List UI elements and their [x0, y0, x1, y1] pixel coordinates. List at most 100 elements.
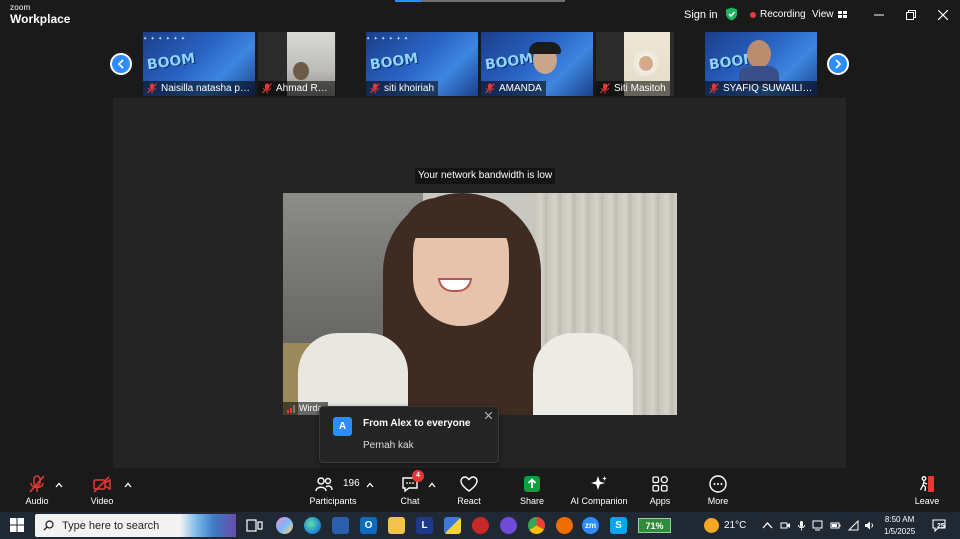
more-options-icon — [709, 475, 727, 493]
sign-in-link[interactable]: Sign in — [684, 9, 718, 21]
orange-app-icon[interactable] — [556, 517, 573, 534]
chevron-up-icon[interactable] — [762, 520, 773, 531]
participant-name: siti khoiriah — [384, 83, 435, 94]
close-window-button[interactable] — [934, 6, 952, 24]
task-view-icon[interactable] — [246, 517, 263, 534]
chrome-browser-icon[interactable] — [528, 517, 545, 534]
minimize-icon — [874, 14, 884, 16]
participant-tile[interactable]: ✦ ✦ ✦ ✦ ✦ ✦ BOOM Naisilla natasha putri … — [143, 32, 255, 96]
chat-options-chevron-icon[interactable] — [428, 482, 436, 488]
audio-options-chevron-icon[interactable] — [55, 482, 63, 488]
weather-icon[interactable] — [704, 518, 719, 533]
participants-count: 196 — [343, 478, 360, 489]
video-off-icon — [93, 476, 111, 493]
recording-dot-icon — [750, 11, 756, 18]
display-icon[interactable] — [812, 520, 823, 531]
windows-start-icon[interactable] — [10, 518, 24, 532]
search-placeholder: Type here to search — [62, 520, 160, 532]
video-button[interactable]: Video — [88, 474, 116, 510]
mic-muted-icon — [262, 83, 272, 94]
participant-face — [293, 62, 309, 80]
poster-decoration: ✦ ✦ ✦ ✦ ✦ ✦ — [366, 36, 410, 42]
microphone-in-use-icon[interactable] — [796, 520, 807, 531]
ai-companion-button[interactable]: AI Companion — [570, 474, 628, 510]
grid-view-icon — [837, 10, 847, 18]
minimize-button[interactable] — [870, 6, 888, 24]
zoom-app-icon[interactable]: zm — [582, 517, 599, 534]
participant-name-label: siti khoiriah — [366, 81, 439, 96]
apps-button[interactable]: Apps — [648, 474, 672, 510]
participant-tile[interactable]: ✦ ✦ ✦ ✦ ✦ ✦ BOOM siti khoiriah — [366, 32, 478, 96]
react-button[interactable]: React — [456, 474, 482, 510]
windows-taskbar: Type here to search O L zm S 71% 21°C 8:… — [0, 512, 960, 539]
chat-sender: From Alex to everyone — [363, 418, 471, 429]
close-notification-button[interactable] — [484, 411, 493, 422]
participant-name-label: Naisilla natasha putri ... — [143, 81, 255, 96]
system-clock[interactable]: 8:50 AM 1/5/2025 — [884, 514, 915, 538]
microsoft-store-icon[interactable] — [332, 517, 349, 534]
leave-label: Leave — [914, 496, 940, 506]
battery-indicator[interactable]: 71% — [638, 518, 671, 533]
wifi-icon[interactable] — [848, 520, 859, 531]
more-button[interactable]: More — [706, 474, 730, 510]
participant-name: AMANDA — [499, 83, 542, 94]
apps-icon — [652, 476, 668, 492]
mic-muted-icon — [370, 83, 380, 94]
dev-cpp-icon[interactable] — [472, 517, 489, 534]
participant-tile[interactable]: BOOM AMANDA — [481, 32, 593, 96]
chat-unread-badge: 4 — [412, 470, 424, 482]
gallery-strip: ✦ ✦ ✦ ✦ ✦ ✦ BOOM Naisilla natasha putri … — [0, 32, 960, 96]
participant-tile[interactable]: BOOM SYAFIQ SUWAILIM AW... — [705, 32, 817, 96]
active-speaker-video[interactable] — [283, 193, 677, 415]
skype-icon[interactable]: S — [610, 517, 627, 534]
progress-fill — [395, 0, 421, 2]
leave-button[interactable]: Leave — [914, 474, 940, 510]
chevron-left-icon — [117, 59, 124, 69]
participants-label: Participants — [309, 496, 357, 506]
camera-in-use-icon[interactable] — [780, 520, 791, 531]
sparkle-icon — [591, 476, 607, 490]
chat-notification[interactable]: A From Alex to everyone Pernah kak — [319, 406, 499, 463]
zoom-window: zoom Workplace Sign in Recording View ✦ … — [0, 0, 960, 539]
python-icon[interactable] — [444, 517, 461, 534]
volume-icon[interactable] — [864, 520, 875, 531]
copilot-icon[interactable] — [276, 517, 293, 534]
share-label: Share — [519, 496, 545, 506]
encryption-shield-icon[interactable] — [725, 7, 738, 21]
participant-name-label: AMANDA — [481, 81, 546, 96]
poster-boom-text: BOOM — [484, 50, 535, 74]
lark-app-icon[interactable]: L — [416, 517, 433, 534]
network-warning-banner: Your network bandwidth is low — [415, 168, 556, 184]
previous-page-button[interactable] — [110, 53, 132, 75]
temperature-label[interactable]: 21°C — [724, 520, 746, 531]
file-explorer-icon[interactable] — [388, 517, 405, 534]
share-screen-icon — [524, 476, 540, 492]
recording-label: Recording — [760, 9, 806, 20]
connection-progress-bar — [395, 0, 565, 2]
mic-muted-icon — [147, 83, 157, 94]
notification-center-button[interactable]: 25 — [932, 519, 946, 533]
participant-tile[interactable]: Ahmad Royyan — [258, 32, 336, 96]
taskbar-search-box[interactable]: Type here to search — [35, 514, 236, 537]
participant-name: SYAFIQ SUWAILIM AW... — [723, 83, 817, 94]
outlook-icon[interactable]: O — [360, 517, 377, 534]
next-page-button[interactable] — [827, 53, 849, 75]
edge-browser-icon[interactable] — [304, 517, 321, 534]
share-button[interactable]: Share — [518, 474, 546, 510]
heart-icon — [460, 476, 478, 492]
participant-name: Ahmad Royyan — [276, 83, 336, 94]
search-highlight-image — [180, 514, 236, 537]
notification-count: 25 — [937, 523, 945, 530]
restore-button[interactable] — [902, 6, 920, 24]
participant-tile[interactable]: Siti Masitoh — [596, 32, 674, 96]
media-app-icon[interactable] — [500, 517, 517, 534]
speaker-hijab-top — [403, 198, 519, 238]
recording-indicator[interactable]: Recording — [750, 9, 806, 20]
battery-tray-icon[interactable] — [830, 520, 841, 531]
video-options-chevron-icon[interactable] — [124, 482, 132, 488]
view-menu-button[interactable]: View — [812, 9, 847, 20]
participants-icon — [315, 477, 333, 492]
audio-button[interactable]: Audio — [22, 474, 52, 510]
participants-options-chevron-icon[interactable] — [366, 482, 374, 488]
chat-label: Chat — [400, 496, 420, 506]
